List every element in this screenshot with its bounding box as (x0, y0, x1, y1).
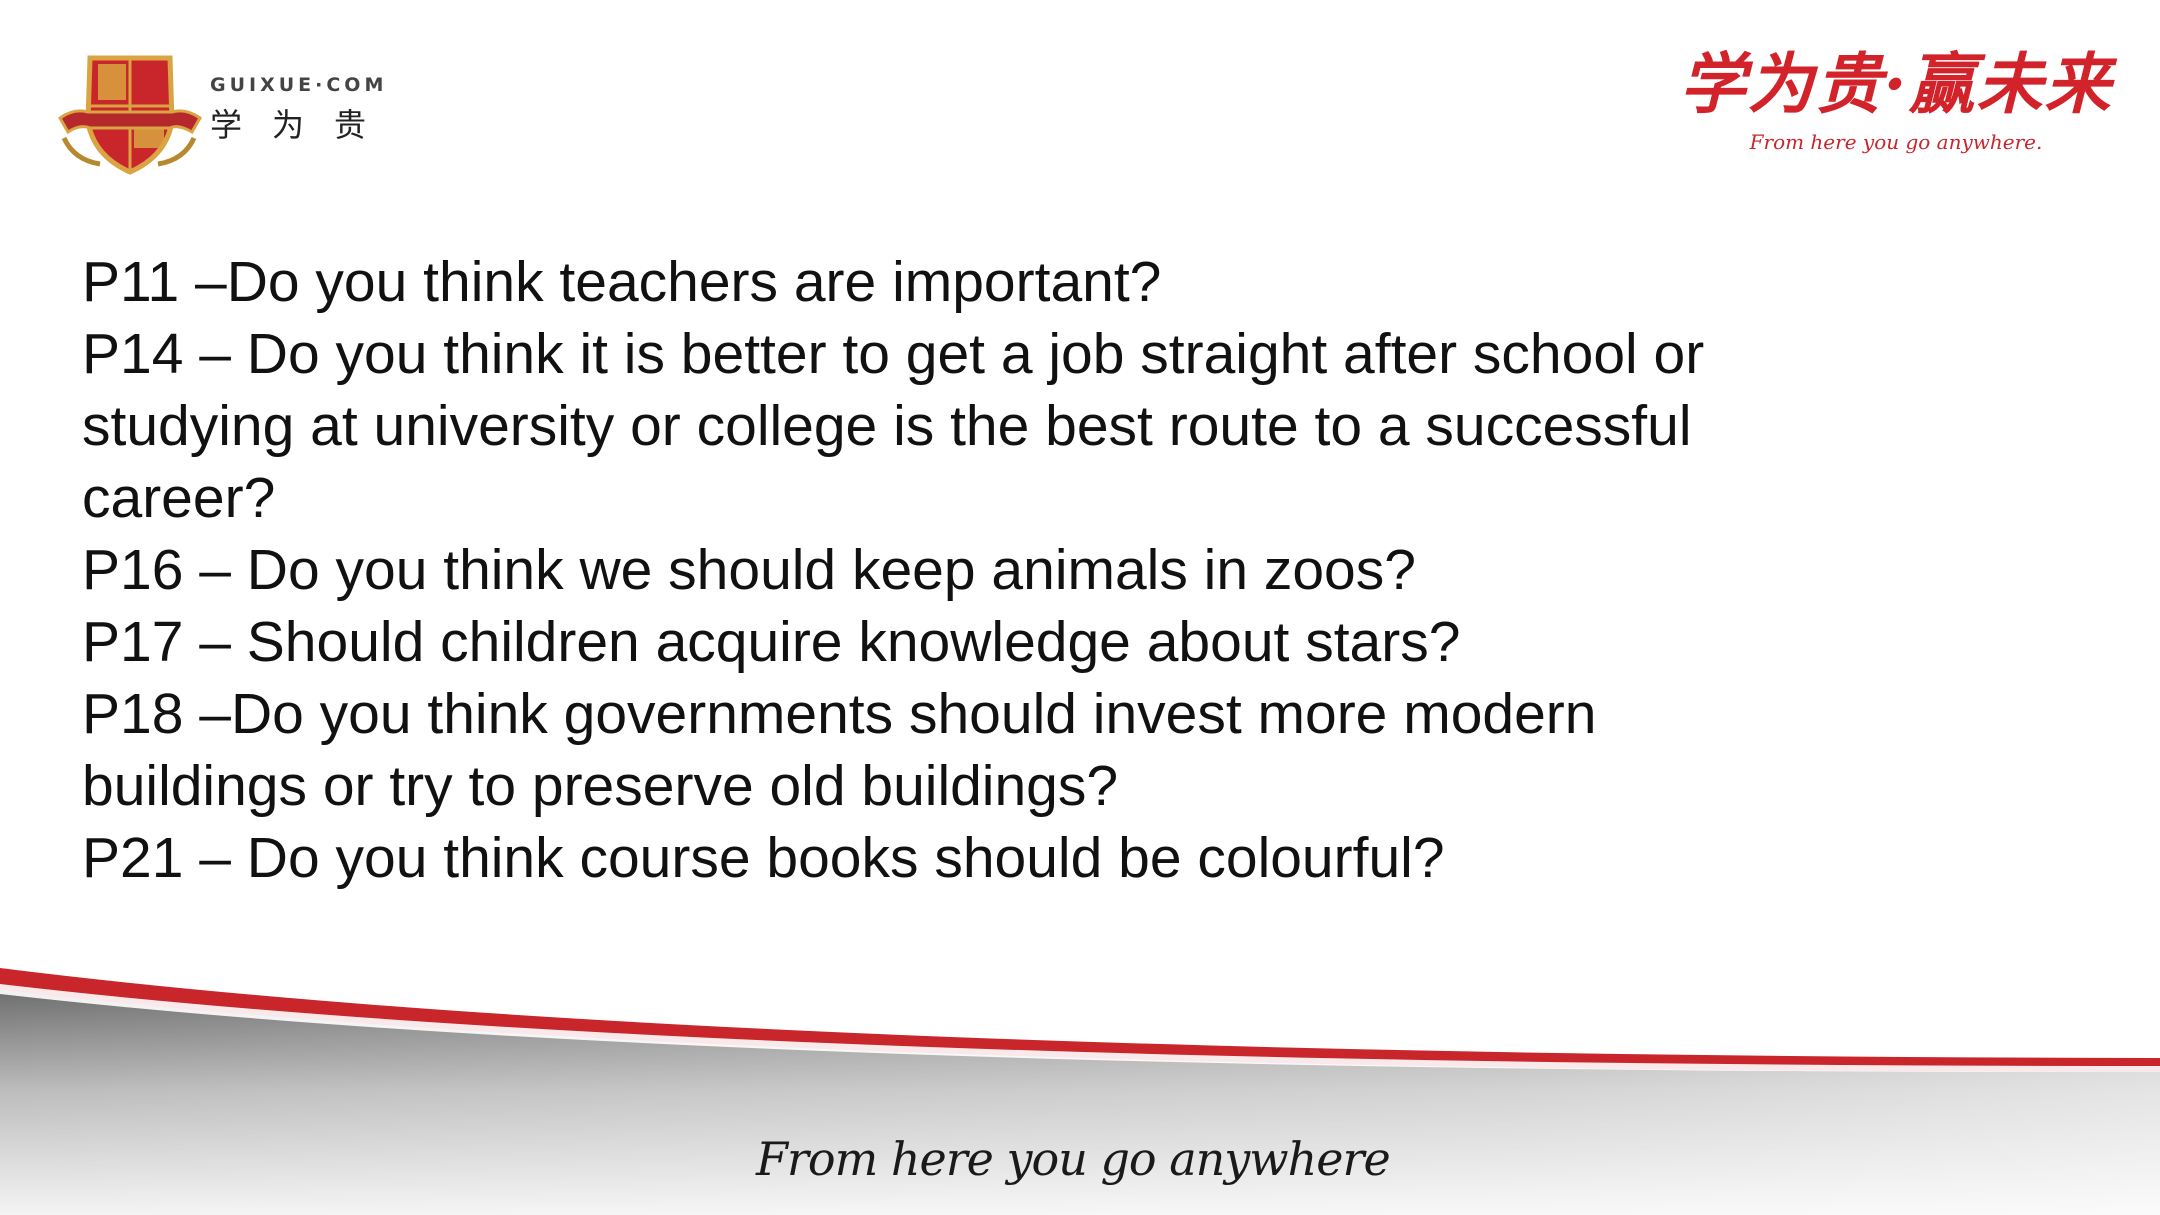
brand-chinese-name: 学为贵 (210, 106, 397, 144)
question-p16: P16 – Do you think we should keep animal… (82, 538, 1416, 602)
crest-icon (58, 55, 202, 175)
question-list: P11 –Do you think teachers are important… (82, 246, 1982, 894)
question-p11: P11 –Do you think teachers are important… (82, 250, 1162, 314)
footer-tagline: From here you go anywhere (756, 1132, 1391, 1186)
question-p14: P14 – Do you think it is better to get a… (82, 322, 1705, 530)
slide: GUIXUE·COM 学为贵 学为贵·赢未来 From here you go … (0, 0, 2160, 1215)
question-p21: P21 – Do you think course books should b… (82, 826, 1445, 890)
brand-logo: GUIXUE·COM 学为贵 (54, 52, 434, 176)
slogan: 学为贵·赢未来 From here you go anywhere. (1676, 42, 2116, 182)
question-p17: P17 – Should children acquire knowledge … (82, 610, 1461, 674)
slogan-chinese: 学为贵·赢未来 (1679, 45, 2113, 123)
slogan-english: From here you go anywhere. (1749, 130, 2043, 154)
brand-domain: GUIXUE·COM (210, 74, 388, 96)
brand-text: GUIXUE·COM 学为贵 (210, 74, 450, 146)
question-p18: P18 –Do you think governments should inv… (82, 682, 1597, 818)
